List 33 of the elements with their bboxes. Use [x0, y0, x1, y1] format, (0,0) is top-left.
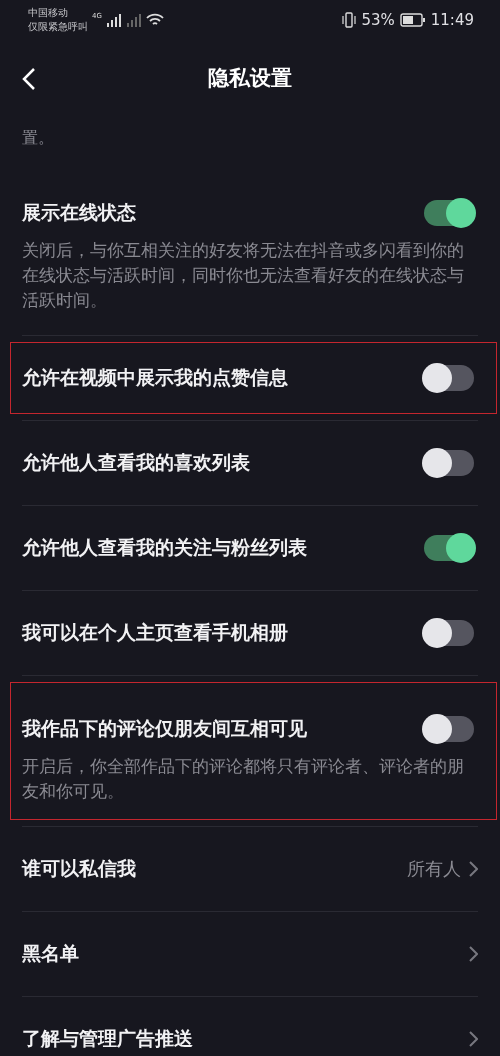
setting-title[interactable]: 谁可以私信我 — [22, 856, 136, 882]
carrier-note: 仅限紧急呼叫 — [28, 20, 88, 34]
setting-description: 置。 — [22, 128, 54, 147]
toggle-switch[interactable] — [424, 716, 474, 742]
chevron-icon — [469, 946, 478, 962]
setting-title[interactable]: 我可以在个人主页查看手机相册 — [22, 620, 288, 646]
battery-percent: 53% — [361, 11, 395, 29]
toggle-switch[interactable] — [424, 365, 474, 391]
clock-time: 11:49 — [430, 11, 474, 29]
back-icon[interactable] — [22, 67, 36, 91]
setting-value: 所有人 — [407, 857, 461, 881]
vibrate-icon — [342, 12, 357, 28]
setting-description: 开启后，你全部作品下的评论都将只有评论者、评论者的朋友和你可见。 — [22, 755, 465, 803]
setting-title[interactable]: 允许在视频中展示我的点赞信息 — [22, 365, 288, 391]
toggle-switch[interactable] — [424, 450, 474, 476]
setting-title[interactable]: 了解与管理广告推送 — [22, 1026, 193, 1052]
signal-icon — [125, 13, 142, 27]
setting-title[interactable]: 允许他人查看我的关注与粉丝列表 — [22, 535, 307, 561]
battery-icon — [399, 13, 426, 27]
page-title: 隐私设置 — [208, 64, 292, 92]
setting-title[interactable]: 我作品下的评论仅朋友间互相可见 — [22, 716, 307, 742]
toggle-switch[interactable] — [424, 535, 474, 561]
carrier-name: 中国移动 — [28, 6, 69, 20]
toggle-switch[interactable] — [424, 620, 474, 646]
chevron-icon — [469, 1031, 478, 1047]
chevron-icon — [469, 861, 478, 877]
setting-title[interactable]: 允许他人查看我的喜欢列表 — [22, 450, 250, 476]
setting-title[interactable]: 展示在线状态 — [22, 200, 136, 226]
wifi-icon — [145, 13, 164, 27]
setting-description: 关闭后，与你互相关注的好友将无法在抖音或多闪看到你的在线状态与活跃时间，同时你也无法查看好友的在线状态与活跃时间。 — [22, 239, 465, 312]
toggle-switch[interactable] — [424, 200, 474, 226]
signal-icon — [105, 13, 122, 27]
setting-title[interactable]: 黑名单 — [22, 941, 79, 967]
